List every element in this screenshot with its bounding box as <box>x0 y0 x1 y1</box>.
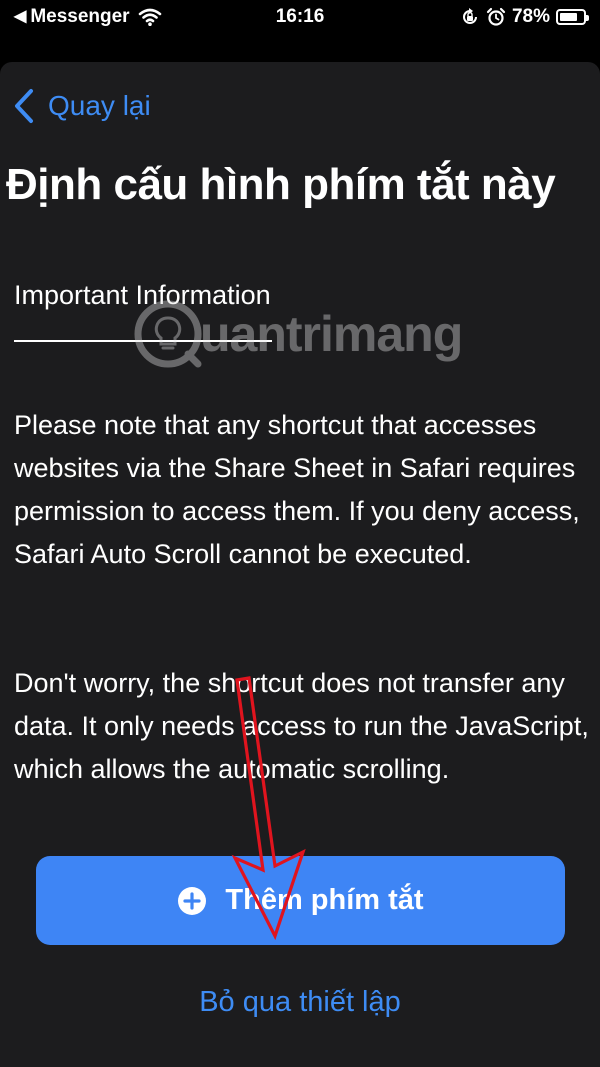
setup-sheet: Quay lại Định cấu hình phím tắt này Impo… <box>0 62 600 1067</box>
plus-circle-icon <box>178 886 207 915</box>
chevron-left-icon <box>15 89 33 123</box>
page-title: Định cấu hình phím tắt này <box>6 160 556 209</box>
info-divider <box>14 340 272 342</box>
back-button-label[interactable]: Quay lại <box>48 90 151 122</box>
skip-setup-link[interactable]: Bỏ qua thiết lập <box>0 986 600 1019</box>
privacy-note: Don't worry, the shortcut does not trans… <box>14 668 589 784</box>
add-shortcut-label[interactable]: Thêm phím tắt <box>225 884 423 917</box>
battery-icon <box>556 9 589 25</box>
battery-tip <box>586 15 589 21</box>
battery-percentage: 78% <box>511 6 550 27</box>
add-shortcut-button[interactable]: Thêm phím tắt <box>36 856 565 945</box>
back-button[interactable]: Quay lại <box>12 88 151 124</box>
orientation-lock-icon <box>463 8 477 24</box>
battery-level <box>560 13 577 21</box>
watermark-text: uantrimang <box>200 306 463 362</box>
alarm-icon <box>486 7 506 26</box>
info-heading: Important Information <box>14 280 271 310</box>
status-bar: ◀ Messenger 16:16 78% <box>0 0 600 36</box>
permission-note: Please note that any shortcut that acces… <box>14 410 580 569</box>
status-bar-right: 78% <box>460 6 589 28</box>
